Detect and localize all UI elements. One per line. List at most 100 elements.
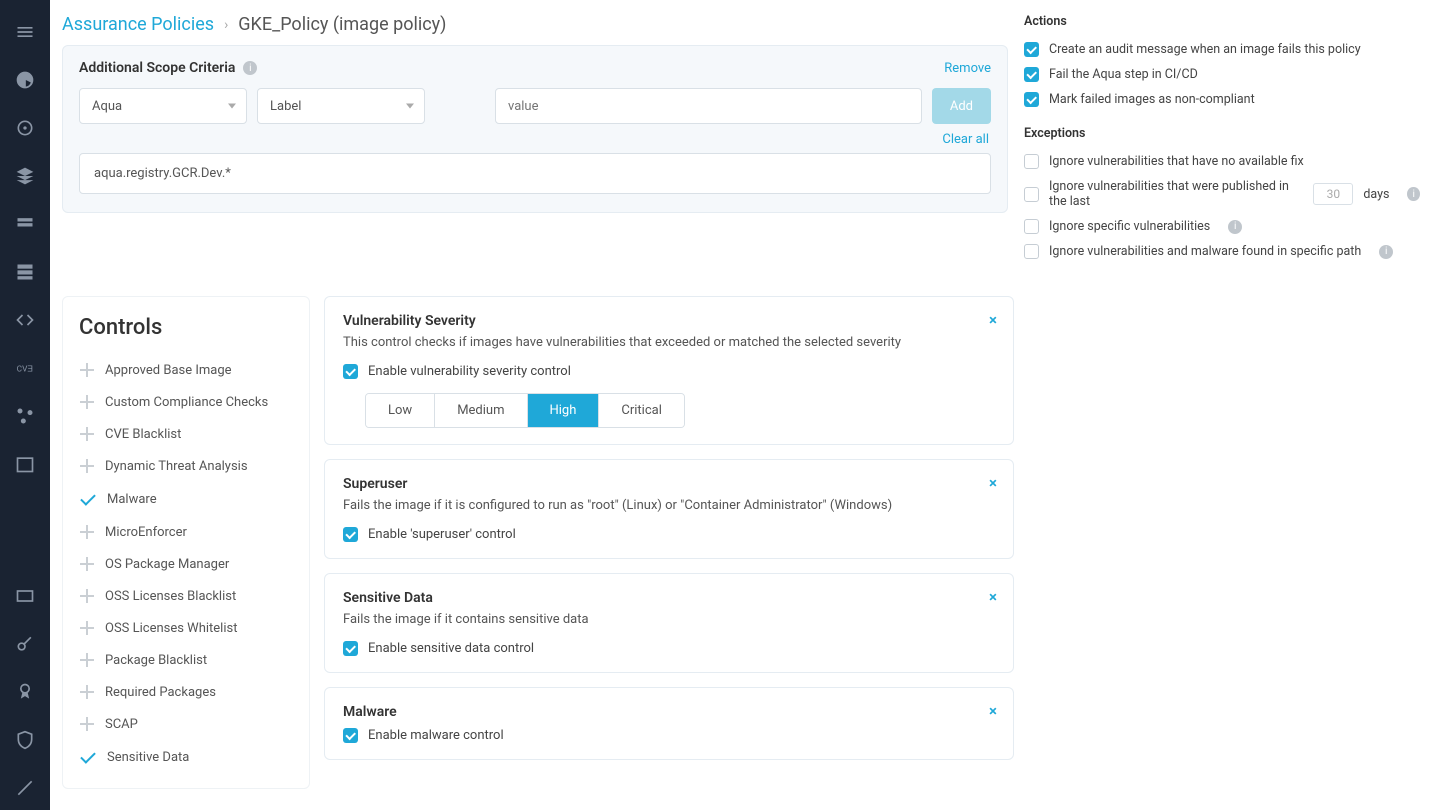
card-title: Vulnerability Severity	[343, 313, 995, 329]
menu-icon[interactable]	[0, 10, 50, 54]
key-icon[interactable]	[0, 622, 50, 666]
severity-low[interactable]: Low	[366, 394, 435, 427]
control-item[interactable]: OS Package Manager	[79, 548, 293, 580]
checkbox[interactable]	[1024, 187, 1039, 202]
control-label: Malware	[107, 492, 157, 507]
control-item[interactable]: Custom Compliance Checks	[79, 386, 293, 418]
add-button[interactable]: Add	[932, 88, 991, 124]
exception-label: Ignore vulnerabilities that have no avai…	[1049, 154, 1304, 169]
checkbox[interactable]	[1024, 42, 1039, 57]
control-item[interactable]: Approved Base Image	[79, 354, 293, 386]
cve-icon[interactable]: CVƎ	[0, 346, 50, 390]
plus-icon	[79, 426, 95, 442]
control-item[interactable]: Dynamic Threat Analysis	[79, 450, 293, 482]
control-label: Dynamic Threat Analysis	[105, 459, 248, 474]
severity-high[interactable]: High	[528, 394, 600, 427]
check-icon	[79, 748, 97, 766]
control-item[interactable]: CVE Blacklist	[79, 418, 293, 450]
info-icon[interactable]: i	[1407, 187, 1420, 201]
info-icon[interactable]: i	[1228, 220, 1242, 234]
enable-label: Enable sensitive data control	[368, 641, 534, 656]
checkbox[interactable]	[1024, 219, 1039, 234]
enable-label: Enable vulnerability severity control	[368, 364, 571, 379]
days-input[interactable]	[1313, 183, 1353, 205]
checkbox[interactable]	[343, 364, 358, 379]
info-icon[interactable]: i	[243, 61, 257, 75]
checkbox[interactable]	[343, 728, 358, 743]
checkbox[interactable]	[1024, 67, 1039, 82]
plus-icon	[79, 524, 95, 540]
control-label: Sensitive Data	[107, 750, 189, 765]
checkbox[interactable]	[1024, 92, 1039, 107]
plus-icon	[79, 362, 95, 378]
scope-title: Additional Scope Criteria	[79, 60, 235, 76]
close-icon[interactable]: ×	[989, 311, 997, 329]
control-item[interactable]: OSS Licenses Blacklist	[79, 580, 293, 612]
control-item[interactable]: Required Packages	[79, 676, 293, 708]
chevron-right-icon: ›	[224, 17, 228, 33]
shield-icon[interactable]	[0, 718, 50, 762]
card-desc: Fails the image if it is configured to r…	[343, 498, 995, 513]
close-icon[interactable]: ×	[989, 474, 997, 492]
control-label: CVE Blacklist	[105, 427, 181, 442]
control-label: OS Package Manager	[105, 557, 229, 572]
card-sensitive-data: × Sensitive Data Fails the image if it c…	[324, 573, 1014, 673]
graph-icon[interactable]	[0, 394, 50, 438]
exception-label: Ignore vulnerabilities that were publish…	[1049, 179, 1303, 209]
id-icon[interactable]	[0, 574, 50, 618]
control-item[interactable]: Malware	[79, 482, 293, 516]
scope-select-2[interactable]: Label	[257, 88, 425, 124]
code-icon[interactable]	[0, 298, 50, 342]
layers-icon[interactable]	[0, 154, 50, 198]
tools-icon[interactable]	[0, 766, 50, 810]
control-item[interactable]: Sensitive Data	[79, 740, 293, 774]
action-label: Fail the Aqua step in CI/CD	[1049, 67, 1198, 82]
side-nav: CVƎ	[0, 0, 50, 810]
card-title: Sensitive Data	[343, 590, 995, 606]
severity-critical[interactable]: Critical	[599, 394, 683, 427]
main-content: Assurance Policies › GKE_Policy (image p…	[50, 0, 1440, 810]
close-icon[interactable]: ×	[989, 588, 997, 606]
calendar-icon[interactable]	[0, 442, 50, 486]
plus-icon	[79, 556, 95, 572]
card-desc: Fails the image if it contains sensitive…	[343, 612, 995, 627]
info-icon[interactable]: i	[1379, 245, 1393, 259]
severity-medium[interactable]: Medium	[435, 394, 527, 427]
breadcrumb: Assurance Policies › GKE_Policy (image p…	[50, 0, 1020, 45]
badge-icon[interactable]	[0, 670, 50, 714]
control-label: Custom Compliance Checks	[105, 395, 268, 410]
card-superuser: × Superuser Fails the image if it is con…	[324, 459, 1014, 559]
plus-icon	[79, 716, 95, 732]
checkbox[interactable]	[343, 641, 358, 656]
checkbox[interactable]	[343, 527, 358, 542]
control-label: MicroEnforcer	[105, 525, 187, 540]
scope-select-1[interactable]: Aqua	[79, 88, 247, 124]
controls-title: Controls	[79, 315, 293, 340]
servers-icon[interactable]	[0, 250, 50, 294]
scope-criteria-block: Additional Scope Criteria i Remove Aqua …	[62, 45, 1008, 213]
checkbox[interactable]	[1024, 154, 1039, 169]
scope-value-input[interactable]	[495, 88, 922, 124]
control-item[interactable]: MicroEnforcer	[79, 516, 293, 548]
card-malware: × Malware Enable malware control	[324, 687, 1014, 760]
cards-column: × Vulnerability Severity This control ch…	[324, 296, 1014, 760]
plus-icon	[79, 684, 95, 700]
plus-icon	[79, 588, 95, 604]
control-label: Approved Base Image	[105, 363, 232, 378]
dashboard-icon[interactable]	[0, 58, 50, 102]
checkbox[interactable]	[1024, 244, 1039, 259]
enable-label: Enable 'superuser' control	[368, 527, 516, 542]
control-item[interactable]: OSS Licenses Whitelist	[79, 612, 293, 644]
controls-panel: Controls Approved Base Image Custom Compl…	[62, 296, 310, 789]
remove-link[interactable]: Remove	[944, 61, 991, 76]
plus-icon	[79, 620, 95, 636]
clear-all-link[interactable]: Clear all	[79, 132, 989, 147]
workloads-icon[interactable]	[0, 202, 50, 246]
control-item[interactable]: SCAP	[79, 708, 293, 740]
close-icon[interactable]: ×	[989, 702, 997, 720]
helm-icon[interactable]	[0, 106, 50, 150]
breadcrumb-root[interactable]: Assurance Policies	[62, 14, 214, 35]
breadcrumb-current: GKE_Policy (image policy)	[238, 14, 446, 35]
control-label: OSS Licenses Whitelist	[105, 621, 237, 636]
control-item[interactable]: Package Blacklist	[79, 644, 293, 676]
